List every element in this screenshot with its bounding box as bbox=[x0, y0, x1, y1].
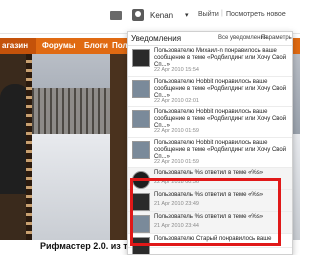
frame-right bbox=[110, 54, 128, 240]
chevron-down-icon[interactable]: ▾ bbox=[185, 11, 189, 19]
article-title[interactable]: Рифмастер 2.0. из те bbox=[40, 241, 133, 251]
notification-date: 22 Apr 2010 01:59 bbox=[154, 158, 199, 165]
avatar bbox=[132, 49, 150, 67]
notification-item[interactable]: Пользователю Михаил-n понравилось ваше с… bbox=[128, 46, 292, 77]
notification-text: Пользователь %s ответил в теме «%s» bbox=[154, 170, 264, 176]
notification-text: Пользователю Hobbit понравилось ваше соо… bbox=[154, 139, 287, 160]
avatar bbox=[132, 110, 150, 128]
avatar bbox=[132, 140, 150, 159]
notification-text: Пользователю Михаил-n понравилось ваше с… bbox=[154, 48, 287, 68]
separator: | bbox=[221, 10, 223, 17]
notification-settings-link[interactable]: Параметры bbox=[261, 35, 292, 41]
user-icon[interactable] bbox=[132, 9, 144, 21]
notification-date: 22 Apr 2010 01:59 bbox=[154, 128, 199, 134]
avatar bbox=[132, 79, 150, 98]
highlight-box bbox=[130, 178, 281, 246]
notifications-header: Уведомления Все уведомления Параметры bbox=[128, 32, 292, 46]
top-header: Kenan ▾ Выйти | Посмотреть новое bbox=[0, 0, 300, 34]
nav-shop[interactable]: агазин bbox=[0, 38, 36, 54]
notification-item[interactable]: Пользователю Hobbit понравилось ваше соо… bbox=[128, 107, 292, 138]
username-menu[interactable]: Kenan bbox=[150, 11, 173, 20]
notification-text: Пользователю Hobbit понравилось ваше соо… bbox=[154, 78, 287, 99]
nav-blogs[interactable]: Блоги bbox=[84, 41, 108, 50]
nav-forums[interactable]: Форумы bbox=[42, 41, 76, 50]
notifications-title: Уведомления bbox=[131, 34, 182, 43]
logout-link[interactable]: Выйти bbox=[198, 11, 219, 18]
notification-date: 22 Apr 2010 15:54 bbox=[154, 67, 199, 73]
see-new-link[interactable]: Посмотреть новое bbox=[226, 11, 286, 18]
notification-item[interactable]: Пользователю Hobbit понравилось ваше соо… bbox=[128, 77, 292, 107]
notification-text: Пользователю Hobbit понравилось ваше соо… bbox=[154, 109, 287, 129]
mail-icon[interactable] bbox=[110, 11, 122, 20]
film-strip bbox=[26, 54, 32, 240]
all-notifications-link[interactable]: Все уведомления bbox=[218, 35, 267, 41]
notification-item[interactable]: Пользователю Hobbit понравилось ваше соо… bbox=[128, 138, 292, 168]
notification-date: 22 Apr 2010 02:01 bbox=[154, 97, 199, 104]
